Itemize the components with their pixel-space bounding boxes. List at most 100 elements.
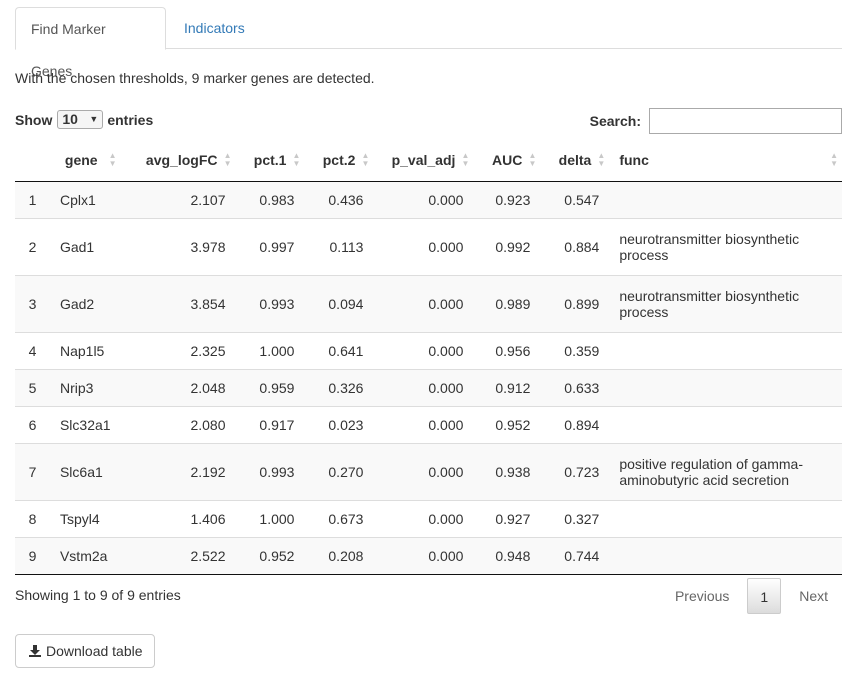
table-row[interactable]: 1 Cplx1 2.107 0.983 0.436 0.000 0.923 0.547 — [15, 181, 842, 218]
table-row[interactable]: 4 Nap1l5 2.325 1.000 0.641 0.000 0.956 0.359 — [15, 331, 842, 369]
table-row[interactable]: 8 Tspyl4 1.406 1.000 0.673 0.000 0.927 0.327 — [15, 499, 842, 537]
cell-gene: Nrip3 — [49, 368, 121, 406]
cell-gene: Vstm2a — [49, 536, 121, 575]
cell-delta: 0.633 — [540, 368, 610, 406]
cell-gene: Gad2 — [49, 274, 121, 332]
tab-find-marker-genes[interactable]: Find Marker Genes — [15, 7, 166, 79]
cell-auc: 0.952 — [473, 405, 541, 443]
cell-pct1: 0.983 — [259, 191, 295, 208]
cell-index: 7 — [15, 442, 50, 500]
column-header-index — [15, 140, 50, 182]
cell-pct2: 0.270 — [304, 442, 374, 500]
cell-avg-logfc: 3.978 — [120, 217, 236, 275]
cell-avg-logfc: 2.048 — [120, 368, 236, 406]
page-length-select[interactable]: 10 ▼ — [57, 110, 104, 129]
page-1-button[interactable]: 1 — [747, 578, 782, 614]
cell-pct2: 0.641 — [304, 331, 374, 369]
cell-pct2: 0.208 — [304, 536, 374, 575]
cell-p-val-adj: 0.000 — [373, 368, 474, 406]
cell-auc: 0.912 — [473, 368, 541, 406]
column-header-func[interactable]: func ▲ ▼ — [609, 140, 842, 182]
dropdown-arrow-icon: ▼ — [89, 114, 99, 124]
cell-p-val-adj: 0.000 — [373, 331, 474, 369]
cell-pct1: 0.917 — [235, 405, 305, 443]
table-row[interactable]: 2 Gad1 3.978 0.997 0.113 0.000 0.992 0.884 neuro… — [15, 217, 842, 275]
cell-p-val-adj: 0.000 — [373, 217, 474, 275]
cell-delta: 0.884 — [540, 217, 610, 275]
cell-pct2: 0.113 — [304, 217, 374, 275]
cell-index: 2 — [15, 217, 50, 275]
cell-gene: Cplx1 — [59, 191, 96, 208]
cell-func — [609, 536, 842, 575]
cell-index: 8 — [15, 499, 50, 537]
cell-delta: 0.894 — [540, 405, 610, 443]
show-label: Show — [15, 111, 53, 128]
cell-pct2: 0.673 — [304, 499, 374, 537]
sort-icon: ▲ ▼ — [361, 151, 370, 168]
column-header-pct2[interactable]: pct.2 ▲ ▼ — [304, 140, 374, 182]
cell-index: 9 — [15, 536, 50, 575]
column-header-gene[interactable]: gene ▲ ▼ — [49, 140, 121, 182]
cell-p-val-adj: 0.000 — [373, 536, 474, 575]
marker-genes-table: gene ▲ ▼ avg_logFC ▲ ▼ pct.1 ▲ ▼ pct.2 ▲ ▼ p_val… — [15, 140, 842, 575]
cell-avg-logfc: 2.192 — [120, 442, 236, 500]
search-input[interactable] — [649, 108, 842, 134]
cell-delta: 0.744 — [540, 536, 610, 575]
sort-icon: ▲ ▼ — [528, 151, 537, 168]
table-row[interactable]: 3 Gad2 3.854 0.993 0.094 0.000 0.989 0.899 neuro… — [15, 274, 842, 332]
download-table-button[interactable]: Download table — [15, 634, 155, 668]
sort-icon: ▲ ▼ — [597, 151, 606, 168]
cell-index: 5 — [15, 368, 50, 406]
cell-delta: 0.327 — [540, 499, 610, 537]
cell-auc: 0.989 — [473, 274, 541, 332]
column-header-delta[interactable]: delta ▲ ▼ — [540, 140, 610, 182]
length-control: Show 10 ▼ entries — [15, 110, 153, 129]
cell-auc: 0.923 — [495, 191, 531, 208]
cell-pct1: 1.000 — [235, 331, 305, 369]
download-icon — [29, 645, 41, 657]
column-header-avg-logfc[interactable]: avg_logFC ▲ ▼ — [120, 140, 236, 182]
cell-pct1: 0.997 — [235, 217, 305, 275]
cell-gene: Gad1 — [49, 217, 121, 275]
cell-pct2: 0.326 — [304, 368, 374, 406]
column-header-p-val-adj[interactable]: p_val_adj ▲ ▼ — [373, 140, 474, 182]
cell-auc: 0.927 — [473, 499, 541, 537]
next-button[interactable]: Next — [785, 578, 842, 614]
table-info: Showing 1 to 9 of 9 entries — [15, 587, 181, 603]
cell-gene: Tspyl4 — [49, 499, 121, 537]
cell-pct1: 0.993 — [235, 442, 305, 500]
cell-p-val-adj: 0.000 — [373, 442, 474, 500]
cell-func — [609, 405, 842, 443]
cell-index: 3 — [15, 274, 50, 332]
sort-icon: ▲ ▼ — [461, 151, 470, 168]
cell-gene: Slc6a1 — [49, 442, 121, 500]
entries-label: entries — [107, 111, 154, 128]
cell-delta: 0.547 — [564, 191, 600, 208]
table-row[interactable]: 5 Nrip3 2.048 0.959 0.326 0.000 0.912 0.633 — [15, 368, 842, 406]
cell-auc: 0.948 — [473, 536, 541, 575]
cell-func: positive regulation of gamma-aminobutyri… — [609, 442, 842, 500]
cell-func — [609, 368, 842, 406]
table-row[interactable]: 7 Slc6a1 2.192 0.993 0.270 0.000 0.938 0.723 pos… — [15, 442, 842, 500]
cell-func — [609, 181, 842, 218]
column-header-auc[interactable]: AUC ▲ ▼ — [473, 140, 541, 182]
cell-auc: 0.992 — [473, 217, 541, 275]
cell-p-val-adj: 0.000 — [428, 191, 464, 208]
sort-icon: ▲ ▼ — [292, 151, 301, 168]
cell-avg-logfc: 2.325 — [120, 331, 236, 369]
cell-pct2: 0.023 — [304, 405, 374, 443]
table-row[interactable]: 6 Slc32a1 2.080 0.917 0.023 0.000 0.952 0.894 — [15, 405, 842, 443]
pagination: Previous 1 Next — [661, 578, 842, 614]
cell-avg-logfc: 2.522 — [120, 536, 236, 575]
cell-pct1: 0.952 — [235, 536, 305, 575]
column-header-pct1[interactable]: pct.1 ▲ ▼ — [235, 140, 305, 182]
previous-button[interactable]: Previous — [661, 578, 743, 614]
cell-delta: 0.359 — [540, 331, 610, 369]
tab-indicators[interactable]: Indicators — [169, 7, 260, 49]
cell-avg-logfc: 1.406 — [120, 499, 236, 537]
cell-index: 6 — [15, 405, 50, 443]
table-row[interactable]: 9 Vstm2a 2.522 0.952 0.208 0.000 0.948 0.744 — [15, 536, 842, 575]
cell-auc: 0.956 — [473, 331, 541, 369]
sort-icon: ▲ ▼ — [108, 151, 117, 168]
download-label: Download table — [46, 643, 143, 659]
